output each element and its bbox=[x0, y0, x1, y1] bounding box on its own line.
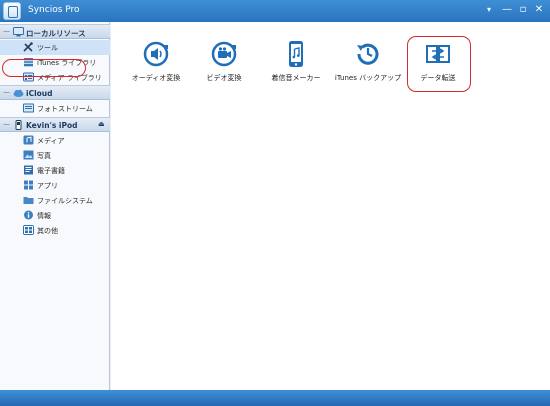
tool-data-transfer[interactable]: データ転送 bbox=[403, 40, 473, 100]
tool-video-convert[interactable]: ビデオ変換 bbox=[189, 40, 259, 100]
sidebar-item-others[interactable]: 其の他 bbox=[0, 223, 110, 238]
sidebar: — ローカルリソース ツール iTunes ライブラリ メディア ライブラリ —… bbox=[0, 22, 110, 390]
sidebar-item-media[interactable]: メディア bbox=[0, 133, 110, 148]
section-icloud[interactable]: — iCloud bbox=[0, 85, 110, 100]
sidebar-item-ebooks[interactable]: 電子書籍 bbox=[0, 163, 110, 178]
section-label: ローカルリソース bbox=[26, 29, 86, 38]
tools-icon bbox=[23, 42, 33, 52]
audio-convert-icon bbox=[143, 41, 169, 67]
status-bar bbox=[0, 390, 550, 406]
tool-ringtone-maker[interactable]: 着信音メーカー bbox=[261, 40, 331, 100]
sidebar-item-label: 電子書籍 bbox=[37, 167, 65, 175]
photostream-icon bbox=[23, 103, 34, 113]
sidebar-item-info[interactable]: 情報 bbox=[0, 208, 110, 223]
close-button[interactable]: ✕ bbox=[532, 3, 546, 17]
collapse-icon[interactable]: — bbox=[3, 120, 10, 128]
tool-audio-convert[interactable]: オーディオ変換 bbox=[121, 40, 191, 100]
collapse-icon[interactable]: — bbox=[3, 88, 10, 96]
sidebar-item-label: 情報 bbox=[37, 212, 51, 220]
main-panel: オーディオ変換 ビデオ変換 着信音メーカー iTunes バックアップ データ転… bbox=[111, 22, 550, 390]
app-window: Syncios Pro ▾ — ▫ ✕ — ローカルリソース ツール iTune… bbox=[0, 0, 550, 406]
data-transfer-icon bbox=[426, 45, 450, 63]
tool-label: iTunes バックアップ bbox=[334, 74, 402, 82]
sidebar-item-label: フォトストリーム bbox=[37, 105, 93, 113]
sidebar-item-tools[interactable]: ツール bbox=[0, 40, 110, 55]
apps-icon bbox=[24, 180, 33, 190]
eject-icon[interactable]: ⏏ bbox=[98, 120, 105, 128]
sidebar-item-label: iTunes ライブラリ bbox=[37, 59, 97, 67]
app-logo-icon bbox=[3, 2, 21, 20]
media-icon bbox=[23, 135, 34, 145]
collapse-icon[interactable]: — bbox=[3, 27, 10, 35]
sidebar-item-label: メディア ライブラリ bbox=[37, 74, 102, 82]
window-title: Syncios Pro bbox=[28, 5, 80, 15]
video-convert-icon bbox=[211, 41, 237, 67]
maximize-button[interactable]: ▫ bbox=[516, 3, 530, 17]
ebook-icon bbox=[24, 165, 33, 175]
others-icon bbox=[23, 225, 34, 235]
sidebar-item-label: 写真 bbox=[37, 152, 51, 160]
section-label: Kevin's iPod bbox=[26, 121, 78, 130]
info-icon bbox=[24, 210, 33, 220]
sidebar-item-itunes-library[interactable]: iTunes ライブラリ bbox=[0, 55, 110, 70]
menu-button[interactable]: ▾ bbox=[482, 3, 496, 17]
minimize-button[interactable]: — bbox=[500, 3, 514, 17]
sidebar-item-label: ファイルシステム bbox=[37, 197, 93, 205]
tool-itunes-backup[interactable]: iTunes バックアップ bbox=[333, 40, 403, 100]
itunes-library-icon bbox=[24, 58, 33, 67]
section-label: iCloud bbox=[26, 89, 53, 98]
ringtone-maker-icon bbox=[289, 41, 303, 67]
sidebar-item-label: メディア bbox=[37, 137, 65, 145]
sidebar-item-filesystem[interactable]: ファイルシステム bbox=[0, 193, 110, 208]
sidebar-item-label: アプリ bbox=[37, 182, 58, 190]
sidebar-item-label: 其の他 bbox=[37, 227, 58, 235]
sidebar-item-media-library[interactable]: メディア ライブラリ bbox=[0, 70, 110, 85]
tool-label: オーディオ変換 bbox=[131, 74, 181, 82]
itunes-backup-icon bbox=[357, 43, 379, 65]
sidebar-item-apps[interactable]: アプリ bbox=[0, 178, 110, 193]
sidebar-item-photos[interactable]: 写真 bbox=[0, 148, 110, 163]
computer-icon bbox=[13, 27, 24, 37]
tool-label: ビデオ変換 bbox=[206, 74, 242, 82]
section-device[interactable]: — Kevin's iPod ⏏ bbox=[0, 117, 110, 132]
sidebar-item-label: ツール bbox=[37, 44, 58, 52]
sidebar-item-photostream[interactable]: フォトストリーム bbox=[0, 101, 110, 116]
filesystem-icon bbox=[23, 197, 34, 204]
section-local-resources[interactable]: — ローカルリソース bbox=[0, 24, 110, 39]
tool-label: 着信音メーカー bbox=[271, 74, 321, 82]
ipod-icon bbox=[15, 120, 22, 130]
cloud-icon bbox=[13, 89, 24, 97]
media-library-icon bbox=[23, 72, 34, 82]
title-bar: Syncios Pro ▾ — ▫ ✕ bbox=[0, 0, 550, 22]
tool-label: データ転送 bbox=[420, 74, 456, 82]
photo-icon bbox=[23, 150, 34, 160]
